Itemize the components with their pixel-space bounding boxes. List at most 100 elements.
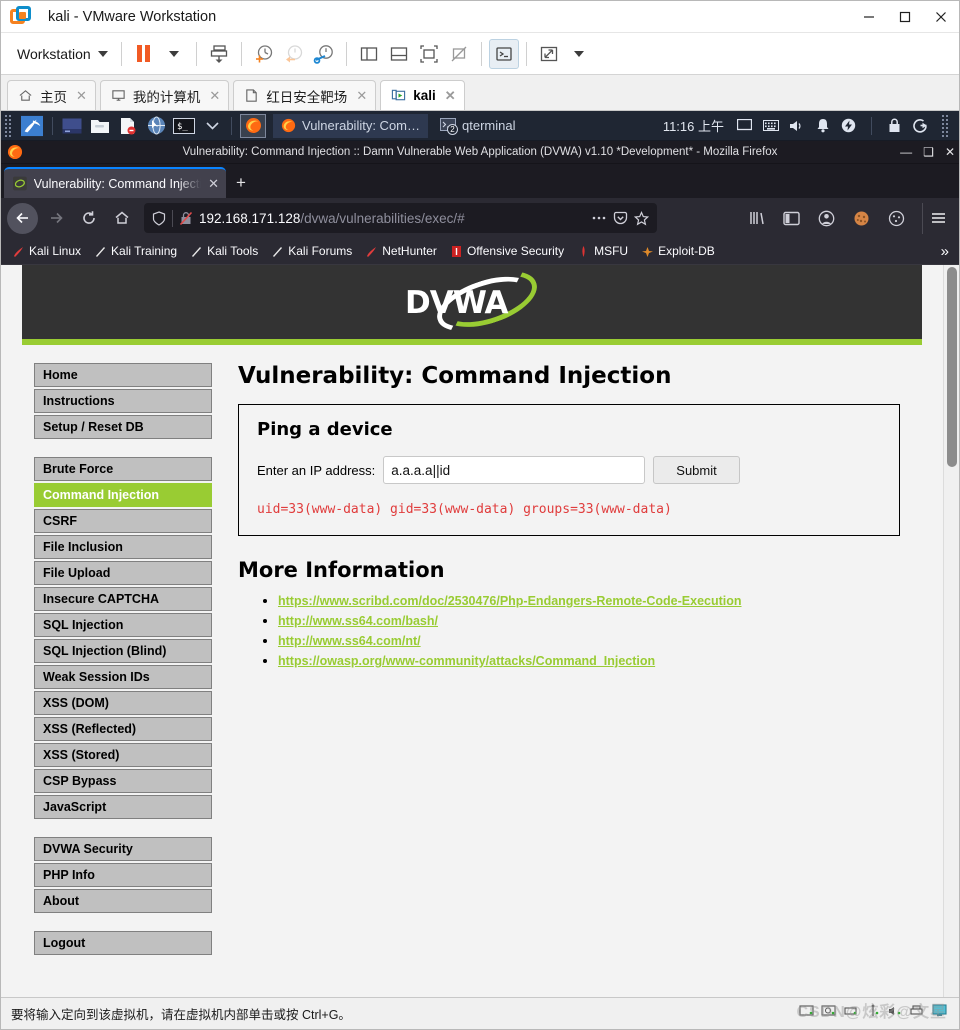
ip-address-input[interactable] bbox=[383, 456, 646, 484]
bookmark-nethunter[interactable]: NetHunter bbox=[360, 242, 442, 260]
launcher-more[interactable] bbox=[201, 115, 223, 137]
close-button[interactable]: ✕ bbox=[945, 146, 955, 158]
scrollbar-thumb[interactable] bbox=[947, 267, 957, 467]
launcher-firefox[interactable] bbox=[240, 113, 266, 138]
sidebar-item-brute-force[interactable]: Brute Force bbox=[34, 457, 212, 481]
close-icon[interactable]: ✕ bbox=[76, 88, 87, 104]
close-icon[interactable]: ✕ bbox=[208, 176, 219, 192]
sidebar-item-javascript[interactable]: JavaScript bbox=[34, 795, 212, 819]
vm-tab-my-computer[interactable]: 我的计算机 ✕ bbox=[99, 80, 230, 110]
more-info-link[interactable]: http://www.ss64.com/bash/ bbox=[278, 614, 438, 628]
sidebar-item-sql-injection[interactable]: SQL Injection bbox=[34, 613, 212, 637]
taskbar-window-qterminal[interactable]: 2 qterminal bbox=[432, 114, 523, 138]
cd-icon[interactable] bbox=[821, 1004, 837, 1023]
launcher-web-browser[interactable] bbox=[145, 115, 167, 137]
page-actions-button[interactable] bbox=[591, 211, 607, 225]
sidebar-item-csrf[interactable]: CSRF bbox=[34, 509, 212, 533]
launcher-text-editor[interactable] bbox=[117, 115, 139, 137]
launcher-terminal-emulator[interactable] bbox=[61, 115, 83, 137]
volume-icon[interactable] bbox=[788, 117, 805, 134]
back-button[interactable] bbox=[7, 202, 38, 234]
close-icon[interactable]: ✕ bbox=[445, 88, 456, 104]
sidebar-item-xss-reflected[interactable]: XSS (Reflected) bbox=[34, 717, 212, 741]
bookmark-kali-forums[interactable]: Kali Forums bbox=[266, 242, 357, 260]
app-menu-button[interactable] bbox=[922, 202, 953, 234]
sidebar-item-file-upload[interactable]: File Upload bbox=[34, 561, 212, 585]
fullscreen-button[interactable] bbox=[534, 39, 564, 69]
vm-tab-kali[interactable]: kali ✕ bbox=[380, 80, 465, 110]
reload-button[interactable] bbox=[73, 203, 104, 234]
sidebar-item-csp-bypass[interactable]: CSP Bypass bbox=[34, 769, 212, 793]
workstation-menu-button[interactable]: Workstation bbox=[9, 46, 114, 62]
vm-tab-folder[interactable]: 红日安全靶场 ✕ bbox=[233, 80, 377, 110]
sidebar-item-file-inclusion[interactable]: File Inclusion bbox=[34, 535, 212, 559]
insecure-lock-icon[interactable] bbox=[179, 211, 193, 226]
library-button[interactable] bbox=[741, 203, 772, 234]
cookie-button[interactable] bbox=[846, 203, 877, 234]
bookmark-offensive-security[interactable]: Offensive Security bbox=[445, 242, 569, 260]
guest-vm-screen[interactable]: $_ Vulnerability: Com… 2 qterminal 11:16… bbox=[1, 111, 959, 997]
revert-snapshot-button[interactable] bbox=[279, 39, 309, 69]
display-icon[interactable] bbox=[736, 117, 753, 134]
show-bottom-pane-button[interactable] bbox=[384, 39, 414, 69]
sidebar-item-weak-session-ids[interactable]: Weak Session IDs bbox=[34, 665, 212, 689]
grip-icon[interactable] bbox=[942, 114, 951, 137]
bell-icon[interactable] bbox=[814, 117, 831, 134]
taskbar-window-firefox[interactable]: Vulnerability: Com… bbox=[273, 113, 429, 138]
url-bar[interactable]: 192.168.171.128/dvwa/vulnerabilities/exe… bbox=[144, 203, 657, 233]
minimize-button[interactable]: — bbox=[900, 146, 912, 158]
url-text[interactable]: 192.168.171.128/dvwa/vulnerabilities/exe… bbox=[199, 211, 465, 226]
sidebar-item-insecure-captcha[interactable]: Insecure CAPTCHA bbox=[34, 587, 212, 611]
close-button[interactable] bbox=[923, 1, 959, 33]
page-scrollbar[interactable] bbox=[943, 265, 959, 997]
pause-vm-button[interactable] bbox=[129, 39, 159, 69]
keyboard-icon[interactable] bbox=[762, 117, 779, 134]
fit-guest-button[interactable] bbox=[414, 39, 444, 69]
close-icon[interactable]: ✕ bbox=[356, 88, 367, 104]
pause-dropdown-button[interactable] bbox=[159, 39, 189, 69]
minimize-button[interactable] bbox=[851, 1, 887, 33]
lock-icon[interactable] bbox=[886, 117, 903, 134]
fit-window-button[interactable] bbox=[444, 39, 474, 69]
more-info-link[interactable]: http://www.ss64.com/nt/ bbox=[278, 634, 421, 648]
grip-icon[interactable] bbox=[5, 114, 14, 137]
vm-tab-home[interactable]: 主页 ✕ bbox=[7, 80, 96, 110]
sidebar-item-command-injection[interactable]: Command Injection bbox=[34, 483, 212, 507]
logout-icon[interactable] bbox=[912, 117, 929, 134]
bookmark-star-button[interactable] bbox=[634, 210, 649, 226]
sidebar-item-xss-stored[interactable]: XSS (Stored) bbox=[34, 743, 212, 767]
bookmarks-overflow-button[interactable]: » bbox=[941, 243, 953, 260]
pocket-button[interactable] bbox=[613, 211, 628, 226]
submit-button[interactable]: Submit bbox=[653, 456, 740, 484]
hdd-icon[interactable] bbox=[799, 1004, 815, 1023]
console-view-button[interactable] bbox=[488, 38, 519, 69]
account-button[interactable] bbox=[811, 203, 842, 234]
sidebar-item-about[interactable]: About bbox=[34, 889, 212, 913]
firefox-tab-active[interactable]: Vulnerability: Command Injection ✕ bbox=[4, 167, 226, 198]
sound-icon[interactable] bbox=[887, 1004, 903, 1023]
power-icon[interactable] bbox=[840, 117, 857, 134]
cookie-manager-button[interactable] bbox=[881, 203, 912, 234]
sidebar-item-sql-injection-blind[interactable]: SQL Injection (Blind) bbox=[34, 639, 212, 663]
bookmark-msfu[interactable]: MSFU bbox=[572, 242, 633, 260]
snapshot-manager-button[interactable] bbox=[309, 39, 339, 69]
sidebar-item-setup-reset-db[interactable]: Setup / Reset DB bbox=[34, 415, 212, 439]
bookmark-kali-tools[interactable]: Kali Tools bbox=[185, 242, 263, 260]
usb-icon[interactable] bbox=[865, 1004, 881, 1023]
fullscreen-dropdown-button[interactable] bbox=[564, 39, 594, 69]
sidebar-item-php-info[interactable]: PHP Info bbox=[34, 863, 212, 887]
sidebar-item-home[interactable]: Home bbox=[34, 363, 212, 387]
launcher-root-terminal[interactable]: $_ bbox=[173, 115, 195, 137]
sidebar-item-xss-dom[interactable]: XSS (DOM) bbox=[34, 691, 212, 715]
home-button[interactable] bbox=[106, 203, 137, 234]
more-info-link[interactable]: https://owasp.org/www-community/attacks/… bbox=[278, 654, 655, 668]
taskbar-clock[interactable]: 11:16 上午 bbox=[663, 116, 724, 135]
sidebar-item-logout[interactable]: Logout bbox=[34, 931, 212, 955]
maximize-button[interactable] bbox=[887, 1, 923, 33]
forward-button[interactable] bbox=[40, 203, 71, 234]
display-icon[interactable] bbox=[931, 1003, 949, 1024]
take-snapshot-button[interactable] bbox=[249, 39, 279, 69]
bookmark-exploit-db[interactable]: Exploit-DB bbox=[636, 242, 720, 260]
more-info-link[interactable]: https://www.scribd.com/doc/2530476/Php-E… bbox=[278, 594, 742, 608]
show-left-pane-button[interactable] bbox=[354, 39, 384, 69]
